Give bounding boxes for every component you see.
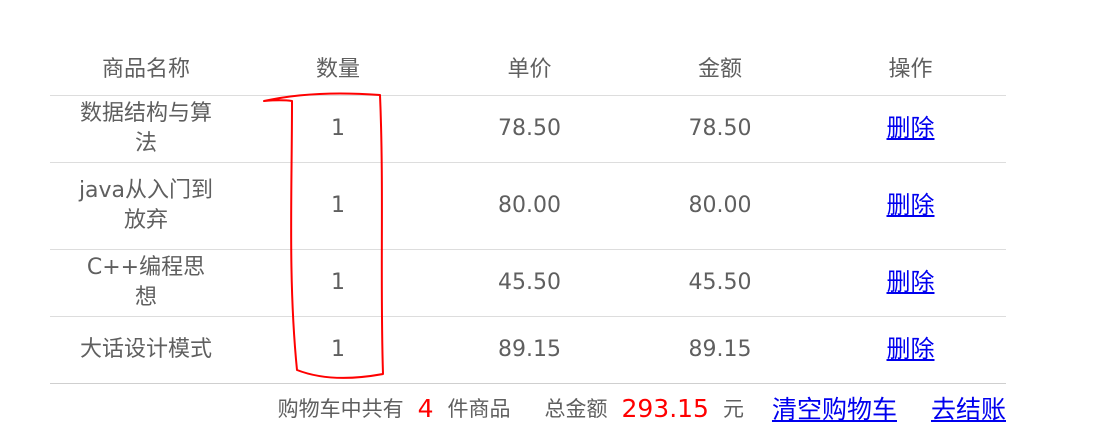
- product-unit-price: 78.50: [434, 95, 625, 163]
- header-name: 商品名称: [50, 38, 242, 96]
- product-amount: 80.00: [625, 162, 815, 250]
- product-name: java从入门到放弃: [50, 162, 242, 250]
- product-unit-price: 45.50: [434, 249, 625, 317]
- header-operation: 操作: [815, 38, 1006, 96]
- product-name: 大话设计模式: [50, 316, 242, 384]
- delete-link[interactable]: 删除: [887, 268, 935, 296]
- delete-link[interactable]: 删除: [887, 191, 935, 219]
- product-amount: 45.50: [625, 249, 815, 317]
- header-amount: 金额: [625, 38, 815, 96]
- currency-label: 元: [722, 397, 744, 421]
- cart-summary: 购物车中共有 4 件商品 总金额 293.15 元 清空购物车 去结账: [278, 388, 1006, 428]
- product-operation-cell: 删除: [815, 95, 1006, 163]
- item-count: 4: [417, 393, 434, 423]
- table-header-row: 商品名称 数量 单价 金额 操作: [50, 38, 1006, 96]
- header-unit-price: 单价: [434, 38, 625, 96]
- clear-cart-link[interactable]: 清空购物车: [772, 390, 897, 426]
- product-operation-cell: 删除: [815, 162, 1006, 250]
- item-count-suffix: 件商品: [447, 397, 511, 421]
- delete-link[interactable]: 删除: [887, 114, 935, 142]
- delete-link[interactable]: 删除: [887, 335, 935, 363]
- cart-table: 商品名称 数量 单价 金额 操作 数据结构与算法 1 78.50 78.50 删…: [50, 38, 1006, 384]
- header-quantity: 数量: [242, 38, 434, 96]
- item-count-prefix: 购物车中共有: [277, 397, 404, 421]
- product-amount: 78.50: [625, 95, 815, 163]
- product-quantity: 1: [242, 162, 434, 250]
- table-row: java从入门到放弃 1 80.00 80.00 删除: [50, 162, 1006, 250]
- table-row: 数据结构与算法 1 78.50 78.50 删除: [50, 95, 1006, 163]
- product-quantity: 1: [242, 95, 434, 163]
- product-name: C++编程思想: [50, 249, 242, 317]
- product-quantity: 1: [242, 316, 434, 384]
- total-amount: 293.15: [621, 393, 709, 423]
- product-amount: 89.15: [625, 316, 815, 384]
- product-quantity: 1: [242, 249, 434, 317]
- product-unit-price: 80.00: [434, 162, 625, 250]
- product-unit-price: 89.15: [434, 316, 625, 384]
- product-operation-cell: 删除: [815, 249, 1006, 317]
- product-operation-cell: 删除: [815, 316, 1006, 384]
- total-label: 总金额: [544, 397, 608, 421]
- product-name: 数据结构与算法: [50, 95, 242, 163]
- table-row: C++编程思想 1 45.50 45.50 删除: [50, 249, 1006, 317]
- checkout-link[interactable]: 去结账: [931, 390, 1006, 426]
- table-row: 大话设计模式 1 89.15 89.15 删除: [50, 316, 1006, 384]
